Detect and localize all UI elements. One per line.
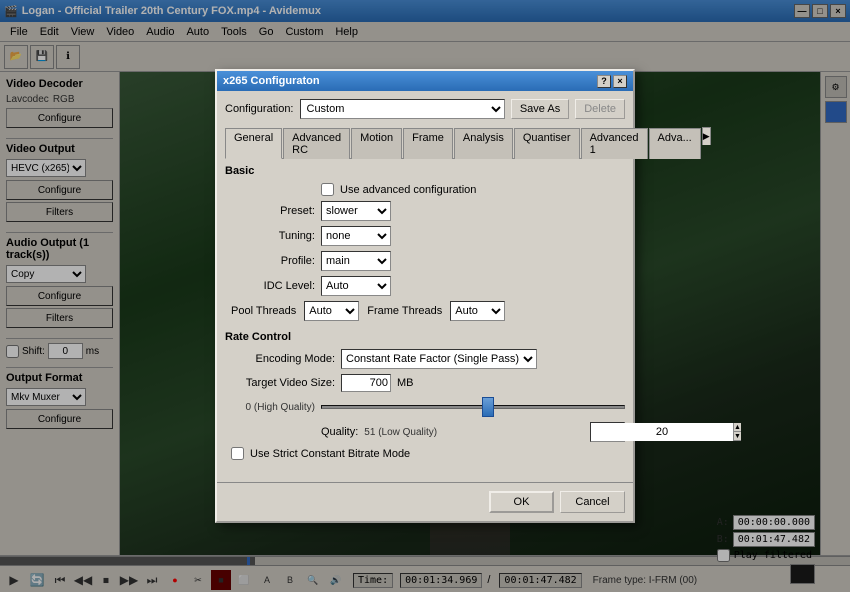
config-select[interactable]: Custom	[300, 99, 505, 119]
dialog-buttons: OK Cancel	[217, 482, 633, 521]
profile-label: Profile:	[225, 255, 315, 267]
idc-level-row: IDC Level: Auto	[225, 276, 625, 296]
dialog-help-button[interactable]: ?	[597, 75, 611, 88]
tuning-label: Tuning:	[225, 230, 315, 242]
preset-label: Preset:	[225, 205, 315, 217]
basic-title: Basic	[225, 165, 625, 177]
quality-spinbox: ▲ ▼	[590, 422, 625, 442]
ok-button[interactable]: OK	[489, 491, 554, 513]
basic-section: Basic Use advanced configuration Preset:…	[225, 165, 625, 321]
encoding-mode-select[interactable]: Constant Rate Factor (Single Pass)	[341, 349, 537, 369]
delete-button[interactable]: Delete	[575, 99, 625, 119]
tab-general[interactable]: General	[225, 128, 282, 159]
tab-motion[interactable]: Motion	[351, 128, 402, 159]
dialog-title: x265 Configuraton	[223, 75, 320, 87]
quality-value-row: Quality: 51 (Low Quality) ▲ ▼	[225, 422, 625, 442]
pool-threads-label: Pool Threads	[231, 305, 296, 317]
quality-slider-thumb[interactable]	[482, 397, 494, 417]
quality-value-input[interactable]	[591, 423, 733, 441]
tab-quantiser[interactable]: Quantiser	[514, 128, 580, 159]
spinbox-arrows: ▲ ▼	[733, 423, 741, 441]
pool-threads-select[interactable]: Auto	[304, 301, 359, 321]
encoding-mode-label: Encoding Mode:	[225, 353, 335, 365]
use-advanced-row: Use advanced configuration	[225, 183, 625, 196]
quality-row: 0 (High Quality)	[225, 397, 625, 417]
target-size-row: Target Video Size: MB	[225, 374, 625, 392]
tab-frame[interactable]: Frame	[403, 128, 453, 159]
tabs-bar: General Advanced RC Motion Frame Analysi…	[225, 127, 625, 159]
idc-level-select[interactable]: Auto	[321, 276, 391, 296]
tab-advanced1[interactable]: Advanced 1	[581, 128, 648, 159]
dialog-content: Configuration: Custom Save As Delete Gen…	[217, 91, 633, 478]
cancel-button[interactable]: Cancel	[560, 491, 625, 513]
quality-slider-track	[321, 405, 625, 409]
idc-level-label: IDC Level:	[225, 280, 315, 292]
use-advanced-label: Use advanced configuration	[340, 184, 476, 196]
dialog-overlay: x265 Configuraton ? × Configuration: Cus…	[0, 0, 850, 592]
tab-advanced-rc[interactable]: Advanced RC	[283, 128, 350, 159]
tuning-select[interactable]: none	[321, 226, 391, 246]
config-label: Configuration:	[225, 103, 294, 115]
dialog-close-button[interactable]: ×	[613, 75, 627, 88]
strict-cbr-label: Use Strict Constant Bitrate Mode	[250, 448, 410, 460]
profile-row: Profile: main	[225, 251, 625, 271]
tab-scroll-right[interactable]: ▶	[702, 127, 711, 145]
app-window: 🎬 Logan - Official Trailer 20th Century …	[0, 0, 850, 592]
profile-select[interactable]: main	[321, 251, 391, 271]
encoding-mode-row: Encoding Mode: Constant Rate Factor (Sin…	[225, 349, 625, 369]
use-advanced-checkbox[interactable]	[321, 183, 334, 196]
quality-up-button[interactable]: ▲	[734, 423, 741, 432]
tuning-row: Tuning: none	[225, 226, 625, 246]
frame-threads-label: Frame Threads	[367, 305, 442, 317]
frame-threads-select[interactable]: Auto	[450, 301, 505, 321]
dialog-titlebar-right: ? ×	[597, 75, 627, 88]
strict-cbr-checkbox[interactable]	[231, 447, 244, 460]
config-row: Configuration: Custom Save As Delete	[225, 99, 625, 119]
target-size-input[interactable]	[341, 374, 391, 392]
rate-control-title: Rate Control	[225, 331, 625, 343]
rate-control-section: Rate Control Encoding Mode: Constant Rat…	[225, 331, 625, 460]
threads-row: Pool Threads Auto Frame Threads Auto	[225, 301, 625, 321]
preset-select[interactable]: slower	[321, 201, 391, 221]
x265-config-dialog: x265 Configuraton ? × Configuration: Cus…	[215, 69, 635, 523]
target-size-label: Target Video Size:	[225, 377, 335, 389]
save-as-button[interactable]: Save As	[511, 99, 569, 119]
quality-slider-container	[321, 397, 625, 417]
quality-down-button[interactable]: ▼	[734, 432, 741, 441]
quality-high-label: 51 (Low Quality)	[364, 427, 437, 438]
preset-row: Preset: slower	[225, 201, 625, 221]
dialog-titlebar: x265 Configuraton ? ×	[217, 71, 633, 91]
strict-cbr-row: Use Strict Constant Bitrate Mode	[225, 447, 625, 460]
tab-advan-more[interactable]: Adva...	[649, 128, 701, 159]
quality-low-label: 0 (High Quality)	[225, 402, 315, 413]
quality-label: Quality:	[321, 426, 358, 438]
mb-label: MB	[397, 377, 414, 389]
tab-analysis[interactable]: Analysis	[454, 128, 513, 159]
